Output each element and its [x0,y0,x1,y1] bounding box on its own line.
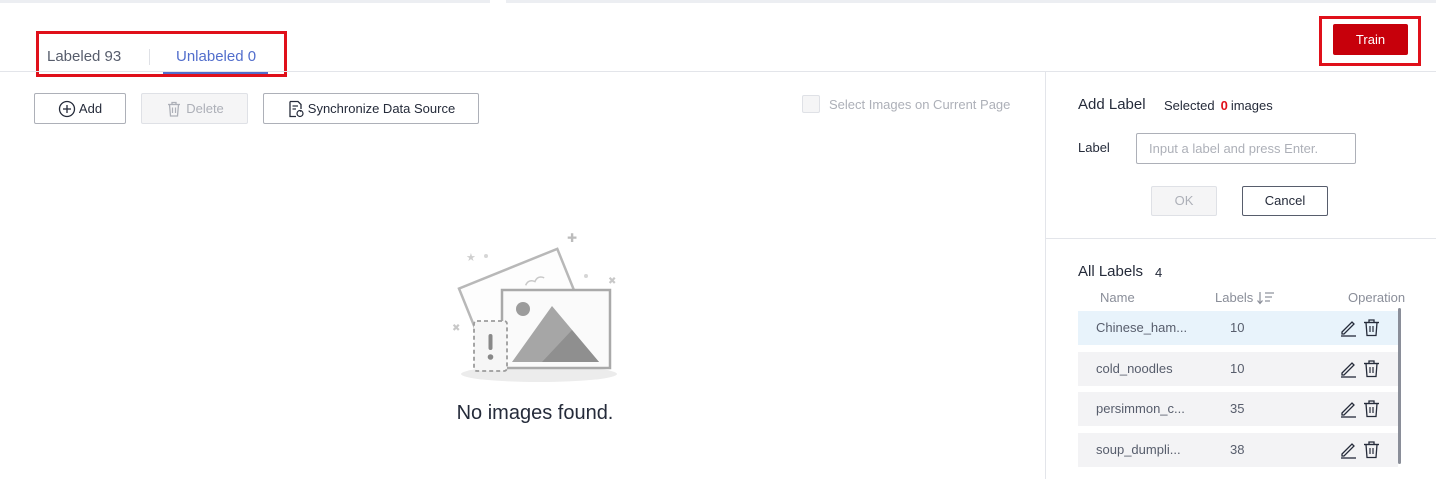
panel-section-divider [1046,238,1436,239]
all-labels-count: 4 [1155,265,1163,280]
pencil-icon[interactable] [1339,440,1358,459]
tab-unlabeled[interactable]: Unlabeled 0 [162,48,269,74]
empty-state-message: No images found. [456,402,614,424]
select-page-label: Select Images on Current Page [829,96,1011,112]
empty-images-illustration: ✚ ★ ✖ ✖ [452,231,617,382]
svg-text:✚: ✚ [567,231,577,245]
panel-divider [1045,72,1046,479]
trash-icon[interactable] [1362,318,1381,337]
synchronize-data-source-button[interactable]: Synchronize Data Source [263,93,479,124]
plus-circle-icon [58,100,76,117]
selected-suffix: images [1230,98,1273,113]
column-header-name: Name [1100,290,1135,305]
labels-table: Chinese_ham... 10 cold_noodles 10 persim… [1078,311,1398,473]
label-name: soup_dumpli... [1096,441,1181,457]
label-count: 35 [1230,401,1245,416]
table-row[interactable]: persimmon_c... 35 [1078,392,1398,426]
sort-icon[interactable] [1257,291,1275,305]
trash-icon [168,101,181,117]
label-input[interactable] [1136,133,1356,164]
trash-icon[interactable] [1362,440,1381,459]
label-field-label: Label [1078,140,1110,155]
pencil-icon[interactable] [1339,318,1358,337]
table-row[interactable]: soup_dumpli... 38 [1078,432,1398,467]
table-row[interactable]: Chinese_ham... 10 [1078,311,1398,345]
ok-button[interactable]: OK [1151,186,1217,216]
select-page-checkbox[interactable] [802,95,820,113]
svg-text:✖: ✖ [608,276,616,287]
table-row[interactable]: cold_noodles 10 [1078,351,1398,386]
label-name: cold_noodles [1096,360,1173,376]
selected-count: 0 [1220,98,1228,113]
add-button[interactable]: Add [34,93,126,124]
select-page-checkbox-row[interactable]: Select Images on Current Page [802,95,1010,113]
svg-text:★: ★ [466,251,476,264]
column-header-labels[interactable]: Labels [1215,290,1275,305]
trash-icon[interactable] [1362,359,1381,378]
sync-document-icon [289,100,304,117]
top-border [0,0,1436,3]
labels-scrollbar[interactable] [1398,308,1401,464]
trash-icon[interactable] [1362,399,1381,418]
add-button-label: Add [78,101,103,116]
header-divider [0,71,1436,72]
pencil-icon[interactable] [1339,399,1358,418]
sync-button-label: Synchronize Data Source [307,101,456,116]
tab-separator [149,49,150,65]
top-border-gap [490,0,506,3]
delete-button-label: Delete [186,101,224,116]
label-name: Chinese_ham... [1096,320,1188,335]
svg-text:✖: ✖ [452,323,460,334]
tab-labeled[interactable]: Labeled 93 [47,48,121,65]
delete-button[interactable]: Delete [141,93,248,124]
column-header-labels-text: Labels [1215,290,1254,305]
column-header-operation: Operation [1348,290,1406,305]
label-count: 10 [1230,320,1245,335]
selected-prefix: Selected [1164,98,1215,113]
pencil-icon[interactable] [1339,359,1358,378]
add-label-title: Add Label [1078,96,1146,113]
label-count: 10 [1230,360,1245,376]
all-labels-title: All Labels [1078,263,1144,280]
cancel-button[interactable]: Cancel [1242,186,1328,216]
selected-images-info: Selected 0 images [1164,98,1273,113]
label-name: persimmon_c... [1096,401,1185,416]
label-count: 38 [1230,441,1245,457]
train-button[interactable]: Train [1333,24,1408,55]
